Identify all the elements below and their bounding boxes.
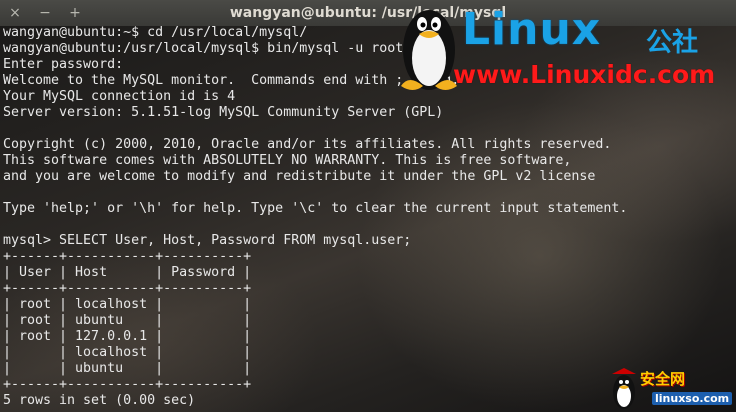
terminal-line: | User | Host | Password | [3, 265, 252, 280]
terminal-line: Copyright (c) 2000, 2010, Oracle and/or … [3, 137, 612, 152]
terminal-line: and you are welcome to modify and redist… [3, 169, 596, 184]
badge-title: 安全网 [640, 370, 686, 388]
terminal-line: Server version: 5.1.51-log MySQL Communi… [3, 105, 444, 120]
terminal-line: | root | localhost | | [3, 297, 252, 312]
terminal-line: | root | ubuntu | | [3, 313, 252, 328]
terminal-line: +------+-----------+----------+ [3, 377, 252, 392]
terminal-window: × − + wangyan@ubuntu: /usr/local/mysql w… [0, 0, 736, 412]
terminal-line: | | ubuntu | | [3, 361, 252, 376]
minimize-icon[interactable]: − [36, 4, 54, 22]
terminal-line: +------+-----------+----------+ [3, 249, 252, 264]
terminal-line: This software comes with ABSOLUTELY NO W… [3, 153, 572, 168]
terminal-line: | | localhost | | [3, 345, 252, 360]
watermark-brand: Linux [462, 4, 602, 55]
terminal-line: +------+-----------+----------+ [3, 281, 252, 296]
terminal-line: Type 'help;' or '\h' for help. Type '\c'… [3, 201, 628, 216]
terminal-line: | root | 127.0.0.1 | | [3, 329, 252, 344]
terminal-line: 5 rows in set (0.00 sec) [3, 393, 196, 408]
badge-url: linuxso.com [652, 392, 733, 405]
maximize-icon[interactable]: + [66, 4, 84, 22]
terminal-line: mysql> SELECT User, Host, Password FROM … [3, 233, 412, 248]
watermark-url: www.Linuxidc.com [453, 60, 716, 89]
watermark-brand-cn: 公社 [646, 28, 699, 58]
window-controls: × − + [6, 4, 84, 22]
close-icon[interactable]: × [6, 4, 24, 22]
